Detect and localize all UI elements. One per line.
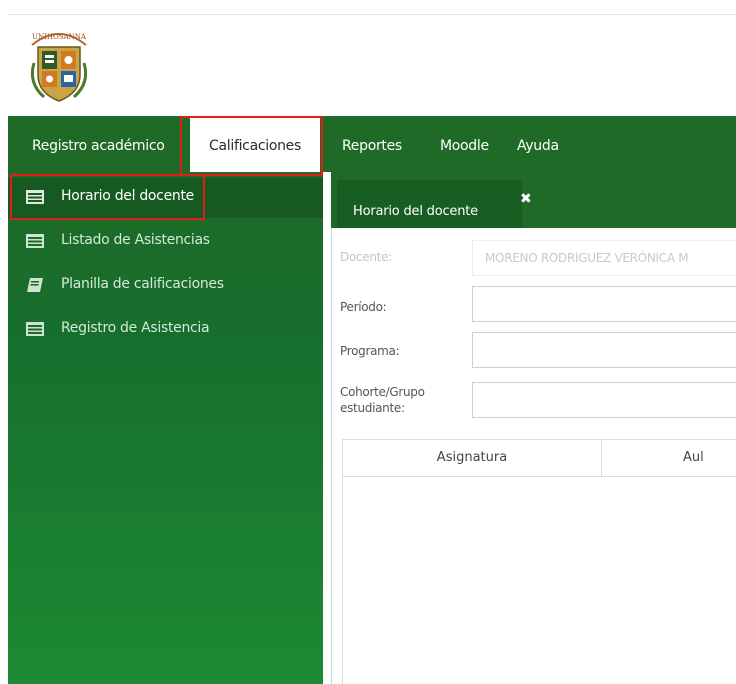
content-panel: Docente: MORENO RODRIGUEZ VERÓNICA M Per… — [331, 228, 736, 684]
sidebar-item-horario-docente[interactable]: Horario del docente — [8, 178, 323, 218]
nav-moodle[interactable]: Moodle — [440, 116, 489, 172]
list-icon — [26, 190, 44, 204]
column-asignatura[interactable]: Asignatura — [343, 440, 602, 476]
sidebar: Horario del docente Listado de Asistenci… — [8, 172, 323, 684]
programa-field[interactable] — [472, 332, 736, 368]
nav-calificaciones[interactable]: Calificaciones — [190, 116, 320, 172]
tab-label: Horario del docente — [353, 204, 478, 219]
sidebar-item-label: Registro de Asistencia — [61, 320, 210, 336]
programa-label: Programa: — [340, 344, 400, 358]
main-navbar: Registro académico Calificaciones Report… — [8, 116, 736, 172]
table-header: Asignatura Aul — [343, 440, 736, 477]
close-icon[interactable]: ✖ — [520, 191, 532, 207]
cohorte-field[interactable] — [472, 382, 736, 418]
sidebar-item-registro-asistencia[interactable]: Registro de Asistencia — [8, 310, 323, 350]
book-icon — [27, 278, 43, 292]
sidebar-item-listado-asistencias[interactable]: Listado de Asistencias — [8, 222, 323, 262]
sidebar-item-label: Planilla de calificaciones — [61, 276, 224, 292]
tab-horario-docente[interactable]: Horario del docente ✖ — [337, 180, 532, 228]
list-icon — [26, 322, 44, 336]
sidebar-item-label: Horario del docente — [61, 188, 194, 204]
docente-field: MORENO RODRIGUEZ VERÓNICA M — [472, 240, 736, 276]
content-tab-bar: Horario del docente ✖ — [331, 172, 736, 228]
column-aula[interactable]: Aul — [683, 440, 736, 476]
nav-registro-academico[interactable]: Registro académico — [32, 116, 165, 172]
periodo-label: Período: — [340, 300, 387, 314]
sidebar-item-label: Listado de Asistencias — [61, 232, 210, 248]
logo-text: UNIHOSANNA — [32, 33, 87, 41]
schedule-table: Asignatura Aul — [342, 439, 736, 684]
university-logo[interactable]: UNIHOSANNA — [24, 27, 94, 105]
cohorte-label-line2: estudiante: — [340, 401, 405, 415]
list-icon — [26, 234, 44, 248]
nav-reportes[interactable]: Reportes — [342, 116, 402, 172]
sidebar-item-planilla-calificaciones[interactable]: Planilla de calificaciones — [8, 266, 323, 306]
periodo-field[interactable] — [472, 286, 736, 322]
docente-label: Docente: — [340, 250, 392, 264]
cohorte-label: Cohorte/Grupo — [340, 385, 425, 399]
app-header: UNIHOSANNA — [8, 14, 736, 113]
nav-ayuda[interactable]: Ayuda — [517, 116, 559, 172]
docente-value: MORENO RODRIGUEZ VERÓNICA M — [485, 251, 689, 265]
